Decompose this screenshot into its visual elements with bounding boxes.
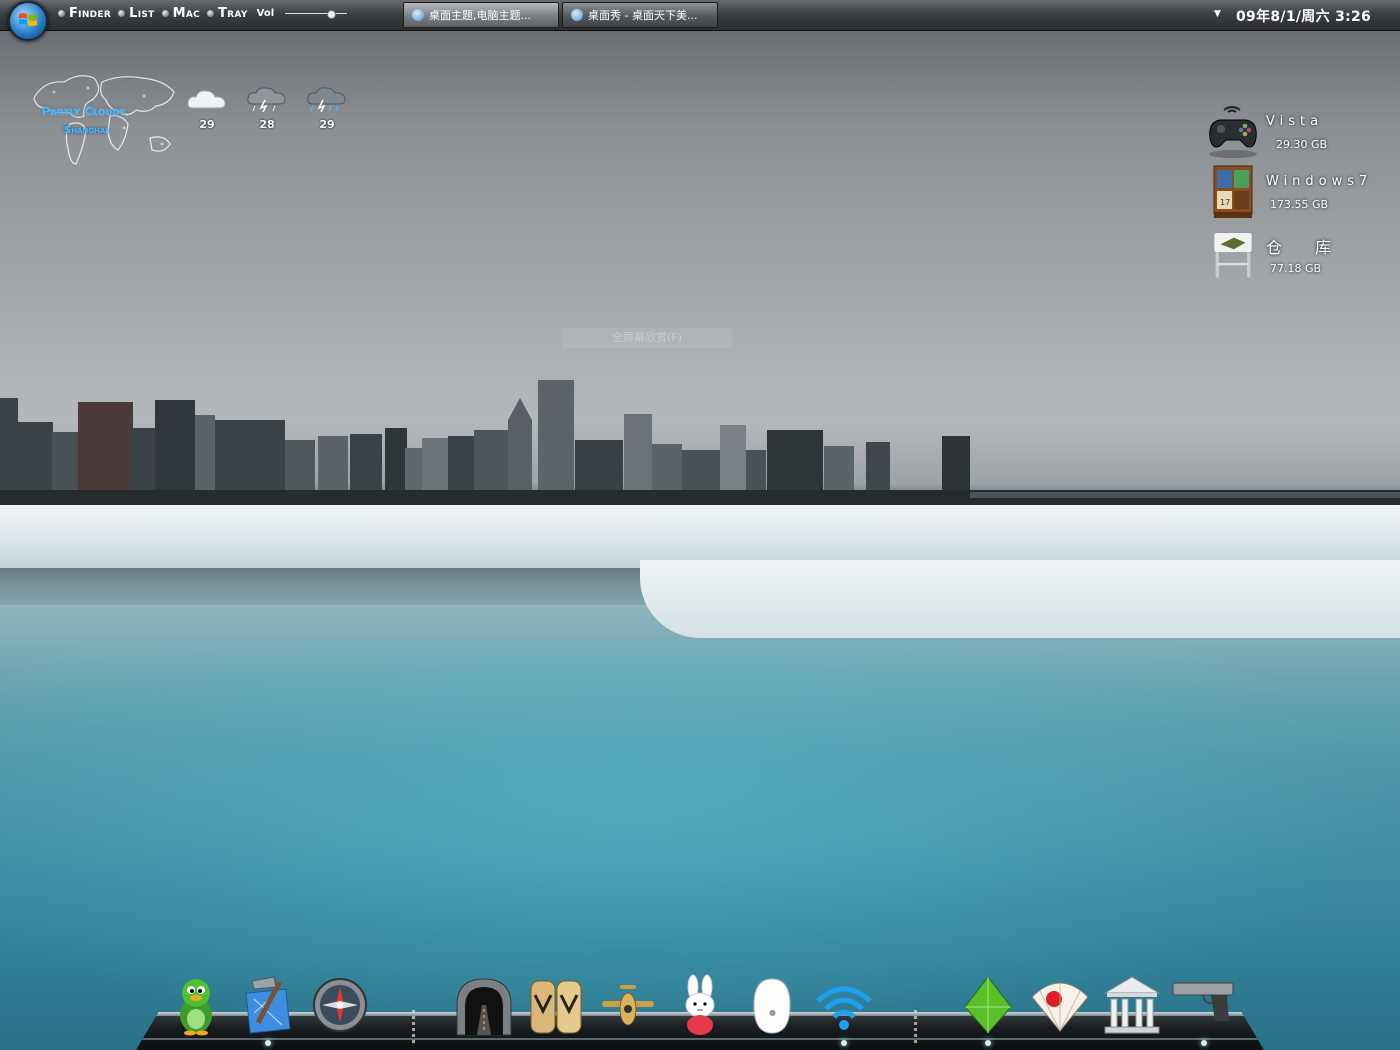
menu-item-label: Mac [172,6,201,21]
dock-item-pistol[interactable] [1172,975,1234,1046]
xcode-hammer-icon [245,976,291,1034]
volume-slider[interactable] [285,7,348,21]
taskbar-button-1[interactable]: 桌面主题,电脑主题... [403,2,559,28]
wifi-icon [816,986,872,1030]
tray-stand-icon [1213,232,1253,278]
weather-widget[interactable]: Partly Cloudy Shanghai 29 28 29 [24,68,364,178]
top-menu-bar: Finder List Mac Tray Vol 桌面主题,电脑主题... 桌面… [0,0,1400,31]
japanese-fan-icon [1031,982,1089,1032]
bookshelf-icon: 17 [1213,165,1253,218]
dock-item-crystal[interactable] [958,975,1018,1046]
dock-item-xcode[interactable] [238,975,298,1046]
drive-vista[interactable]: Vista 29.30 GB [1204,102,1394,162]
drive-size: 77.18 GB [1270,262,1322,275]
svg-text:17: 17 [1220,198,1230,207]
dock-item-airplane[interactable] [598,975,658,1037]
cloud-icon [187,90,226,109]
tunnel-icon [456,978,512,1036]
dock-running-indicator [841,1040,847,1046]
forecast-day: 29 [184,86,230,131]
top-menu: Finder List Mac Tray Vol [58,6,348,21]
menu-bullet-icon [58,10,65,17]
menu-bullet-icon [118,10,126,17]
forecast-temp: 29 [319,118,335,131]
volume-label: Vol [256,8,275,19]
drive-storage[interactable]: 仓 库 77.18 GB [1204,226,1394,286]
world-map-icon [33,75,175,165]
forecast-day: 29 [304,86,350,131]
dock-item-bunny[interactable] [670,974,730,1037]
mouse-icon: ● [753,978,791,1034]
browser-icon [412,9,424,21]
dock-item-sandals[interactable] [526,975,586,1037]
menu-item-tray[interactable]: Tray [207,6,248,21]
dock-item-wifi[interactable] [814,975,874,1046]
clock[interactable]: 09年8/1/周六 3:26 [1236,6,1371,26]
pistol-icon [1172,982,1234,1021]
bank-building-icon [1103,976,1161,1034]
bunny-icon [685,974,715,1035]
dock-item-fan[interactable] [1030,975,1090,1037]
taskbar-button-label: 桌面主题,电脑主题... [429,9,531,22]
dock-item-tunnel[interactable] [454,975,514,1037]
forecast-temp: 28 [259,118,275,131]
thunderstorm-rain-icon [307,87,346,113]
menu-bullet-icon [207,10,215,17]
dock-item-compass[interactable] [310,975,370,1037]
drive-size: 29.30 GB [1276,138,1328,151]
dock-running-indicator [985,1040,991,1046]
menu-item-label: List [129,6,155,21]
tray-expand-icon[interactable]: ▼ [1214,9,1221,19]
wallpaper-skyline [0,380,1400,505]
menu-item-finder[interactable]: Finder [58,6,111,21]
browser-icon [571,9,583,21]
weather-condition: Partly Cloudy [42,105,126,118]
menu-bullet-icon [161,10,169,17]
drive-name: 仓 库 [1266,238,1346,257]
menu-item-label: Finder [69,6,112,21]
start-button[interactable] [8,1,48,41]
qq-penguin-icon [180,979,212,1036]
forecast-temp: 29 [199,118,215,131]
drive-name: Windows7 [1266,174,1373,189]
dock-item-qq[interactable] [166,975,226,1037]
forecast-day: 28 [244,86,290,131]
compass-icon [313,978,367,1032]
dock-item-mouse[interactable]: ● [742,975,802,1037]
weather-city: Shanghai [64,125,108,136]
dock-running-indicator [1201,1040,1207,1046]
green-crystal-icon [964,976,1012,1034]
menu-item-mac[interactable]: Mac [161,6,201,21]
svg-text:●: ● [769,1008,776,1017]
wallpaper-ice-floe [640,560,1400,638]
wallpaper-ice [0,498,1400,568]
menu-item-list[interactable]: List [118,6,154,21]
drive-size: 173.55 GB [1270,198,1329,211]
volume-track [285,12,348,14]
dock-running-indicator [265,1040,271,1046]
dock-item-bank[interactable] [1102,975,1162,1037]
drive-windows7[interactable]: 17 Windows7 173.55 GB [1204,162,1394,222]
taskbar-button-label: 桌面秀 - 桌面天下美... [588,9,698,22]
taskbar-button-2[interactable]: 桌面秀 - 桌面天下美... [562,2,718,28]
dock-separator [412,1010,415,1044]
menu-item-label: Tray [218,6,248,21]
dock-separator [914,1010,917,1044]
windows-logo-icon [19,13,37,26]
gamepad-icon [1209,106,1257,158]
volume-knob[interactable] [327,9,337,19]
drive-name: Vista [1266,114,1324,129]
sandals-icon [530,980,582,1034]
airplane-icon [602,985,654,1026]
thunderstorm-icon [247,87,286,113]
fullscreen-hint[interactable]: 全屏幕欣赏(F) [562,328,732,348]
